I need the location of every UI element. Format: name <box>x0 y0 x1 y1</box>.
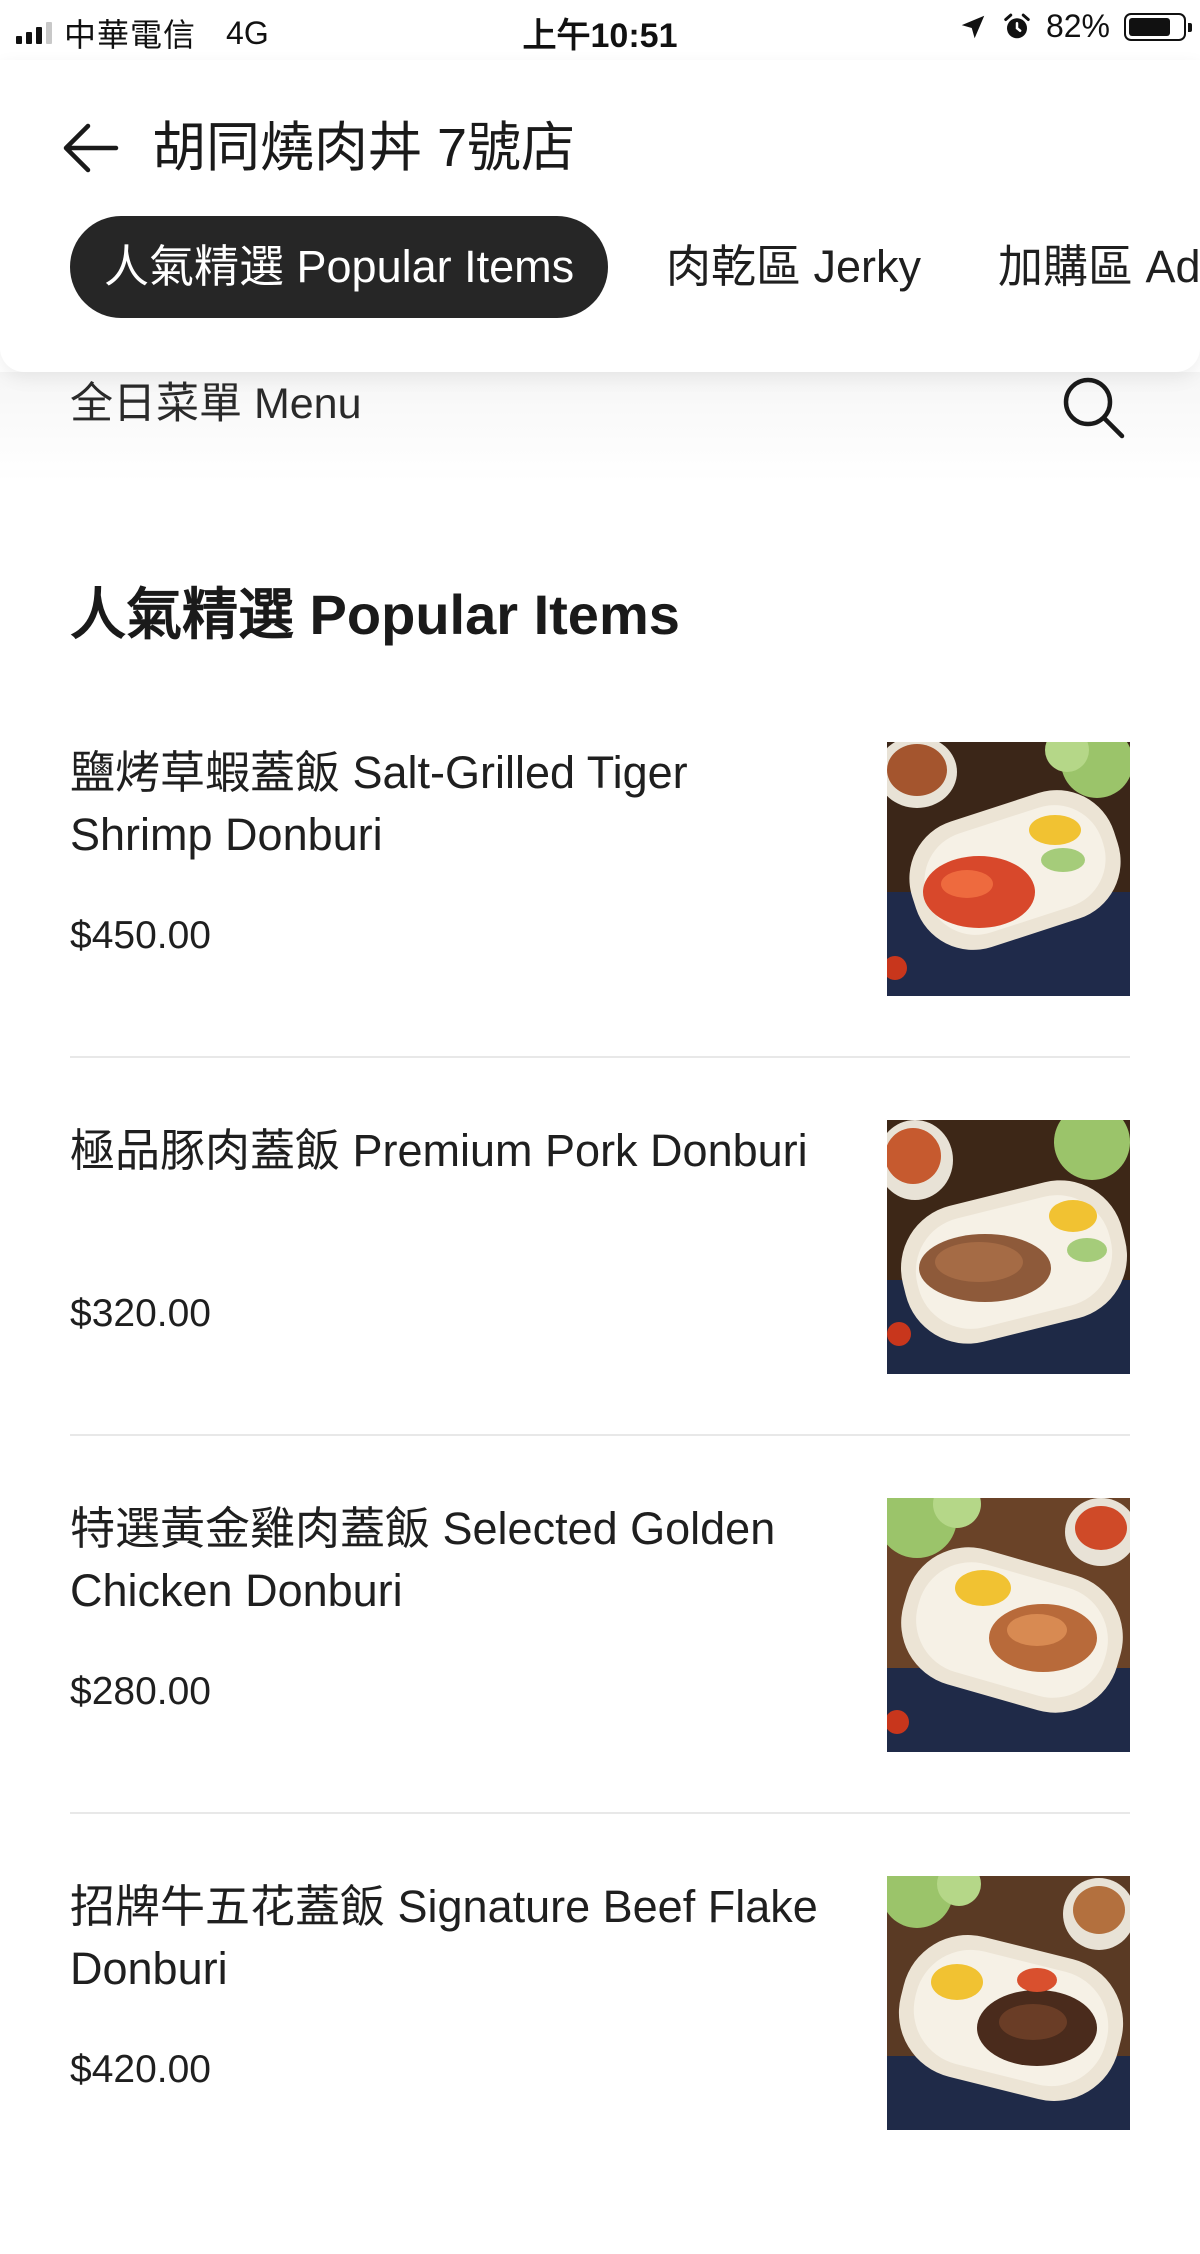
item-name: 鹽烤草蝦蓋飯 Salt-Grilled Tiger Shrimp Donburi <box>70 747 688 860</box>
status-bar: 中華電信 4G 上午10:51 82% <box>0 0 1200 60</box>
item-price: $420.00 <box>70 2048 211 2091</box>
menu-bar: 全日菜單 Menu <box>0 372 1200 482</box>
menu-item[interactable]: 極品豚肉蓋飯 Premium Pork Donburi $320.00 <box>70 1120 1130 1498</box>
divider <box>70 1434 1130 1436</box>
menu-item[interactable]: 特選黃金雞肉蓋飯 Selected Golden Chicken Donburi… <box>70 1498 1130 1876</box>
shrimp-donburi-photo <box>887 742 1130 996</box>
location-arrow-icon <box>961 15 985 38</box>
store-header: 胡同燒肉丼 7號店 人氣精選 Popular Items 肉乾區 Jerky 加… <box>0 60 1200 372</box>
status-right: 82% <box>958 8 1192 45</box>
battery-percent: 82% <box>1045 8 1110 44</box>
battery-icon <box>1124 12 1192 41</box>
beef-donburi-photo <box>887 1876 1130 2130</box>
item-name: 特選黃金雞肉蓋飯 Selected Golden Chicken Donburi <box>70 1503 776 1616</box>
battery-level <box>1129 17 1170 36</box>
category-tabs: 人氣精選 Popular Items 肉乾區 Jerky 加購區 Ad <box>0 216 1200 326</box>
search-icon <box>1063 377 1125 439</box>
pork-donburi-photo <box>887 1120 1130 1374</box>
alarm-icon <box>1004 13 1030 38</box>
arrow-left-icon <box>63 123 119 173</box>
menu-selector[interactable]: 全日菜單 Menu <box>70 372 362 436</box>
menu-item[interactable]: 鹽烤草蝦蓋飯 Salt-Grilled Tiger Shrimp Donburi… <box>70 742 1130 1120</box>
tab-add-ons[interactable]: 加購區 Ad <box>998 216 1200 318</box>
divider <box>70 1056 1130 1058</box>
item-price: $450.00 <box>70 914 211 957</box>
search-button[interactable] <box>1058 372 1130 444</box>
store-title: 胡同燒肉丼 7號店 <box>152 118 576 178</box>
menu-item[interactable]: 招牌牛五花蓋飯 Signature Beef Flake Donburi $42… <box>70 1876 1130 2254</box>
section-title: 人氣精選 Popular Items <box>70 583 680 646</box>
tab-popular-items[interactable]: 人氣精選 Popular Items <box>70 216 609 318</box>
divider <box>70 1812 1130 1814</box>
item-price: $320.00 <box>70 1292 211 1335</box>
item-price: $280.00 <box>70 1670 211 1713</box>
chicken-donburi-photo <box>887 1498 1130 1752</box>
tab-jerky[interactable]: 肉乾區 Jerky <box>666 216 921 318</box>
item-name: 招牌牛五花蓋飯 Signature Beef Flake Donburi <box>70 1881 818 1994</box>
item-name: 極品豚肉蓋飯 Premium Pork Donburi <box>70 1125 808 1176</box>
back-button[interactable] <box>58 112 130 184</box>
